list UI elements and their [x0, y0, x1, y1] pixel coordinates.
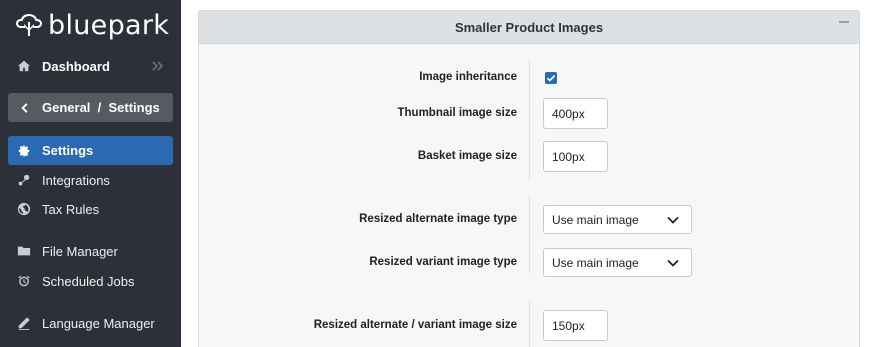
sidebar-item-label: Language Manager	[42, 315, 155, 331]
pen-icon	[16, 315, 32, 331]
breadcrumb-label: General / Settings	[42, 100, 160, 115]
chevron-down-icon	[667, 259, 679, 267]
image-inheritance-checkbox[interactable]	[545, 72, 557, 84]
collapse-icon[interactable]	[839, 21, 849, 23]
sidebar-item-tax-rules[interactable]: Tax Rules	[8, 195, 173, 223]
globe-icon	[16, 201, 32, 217]
chevron-left-icon	[16, 100, 32, 116]
checkmark-icon	[546, 75, 556, 82]
variant-type-select[interactable]: Use main image	[543, 248, 692, 277]
folder-icon	[16, 243, 32, 259]
panel-title: Smaller Product Images	[454, 19, 604, 35]
sidebar-item-label: File Manager	[42, 243, 118, 259]
brand-name: bluepark	[48, 9, 170, 41]
select-value: Use main image	[552, 212, 639, 227]
sidebar-item-file-manager[interactable]: File Manager	[8, 237, 173, 265]
panel-header[interactable]: Smaller Product Images	[199, 11, 859, 44]
alarm-clock-icon	[16, 273, 32, 289]
sidebar-item-integrations[interactable]: Integrations	[8, 166, 173, 194]
tree-logo-icon	[16, 14, 42, 36]
breadcrumb[interactable]: General / Settings	[8, 93, 173, 122]
variant-type-label: Resized variant image type	[369, 256, 517, 268]
column-divider	[529, 59, 530, 181]
column-divider	[529, 195, 530, 273]
sidebar-item-language-manager[interactable]: Language Manager	[8, 309, 173, 337]
basket-size-label: Basket image size	[417, 150, 517, 162]
home-icon	[16, 58, 32, 74]
alternate-variant-size-input[interactable]: 150px	[543, 310, 608, 341]
sidebar-item-settings[interactable]: Settings	[8, 136, 173, 165]
double-chevron-right-icon[interactable]	[151, 59, 165, 73]
sidebar: bluepark Dashboard General / Settings Se…	[0, 0, 181, 347]
thumbnail-size-label: Thumbnail image size	[397, 107, 518, 119]
sidebar-item-label: Settings	[42, 143, 94, 158]
chevron-down-icon	[667, 216, 679, 224]
sidebar-item-label: Tax Rules	[42, 201, 100, 217]
image-inheritance-label: Image inheritance	[419, 71, 517, 83]
sidebar-item-label: Integrations	[42, 172, 110, 188]
sidebar-item-scheduled-jobs[interactable]: Scheduled Jobs	[8, 267, 173, 295]
sidebar-item-dashboard[interactable]: Dashboard	[8, 52, 173, 80]
basket-size-input[interactable]: 100px	[543, 141, 608, 172]
plug-icon	[16, 172, 32, 188]
alternate-variant-size-label: Resized alternate / variant image size	[313, 319, 517, 331]
sidebar-item-label: Dashboard	[42, 58, 110, 74]
smaller-product-images-panel: Smaller Product Images Image inheritance…	[198, 10, 860, 347]
sidebar-item-label: Scheduled Jobs	[42, 273, 135, 289]
gear-icon	[16, 143, 32, 159]
select-value: Use main image	[552, 255, 639, 270]
column-divider	[529, 301, 530, 347]
bluepark-logo[interactable]: bluepark	[14, 8, 169, 42]
alternate-type-select[interactable]: Use main image	[543, 205, 692, 234]
alternate-type-label: Resized alternate image type	[359, 213, 517, 225]
thumbnail-size-input[interactable]: 400px	[543, 98, 608, 129]
